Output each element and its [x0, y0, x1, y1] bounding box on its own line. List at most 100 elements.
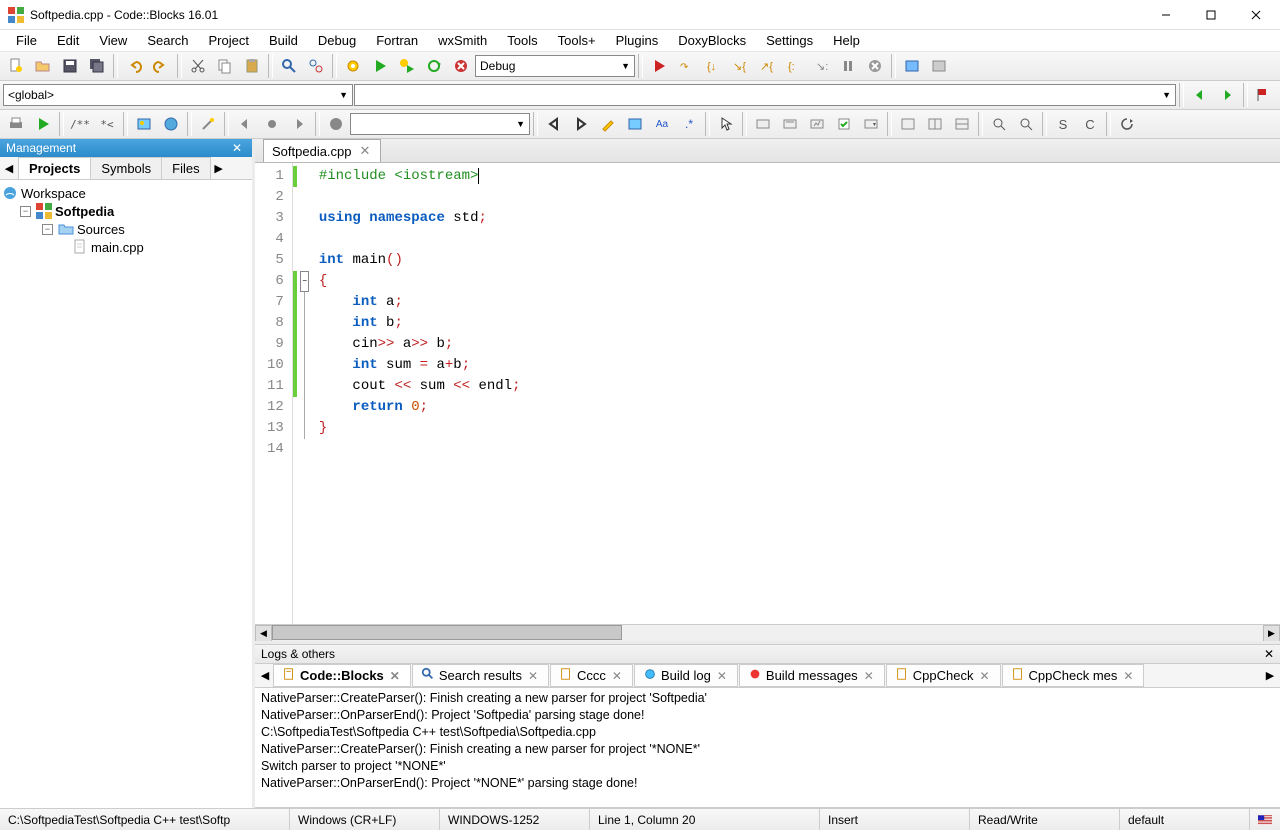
tab-files[interactable]: Files: [161, 157, 210, 179]
zoom2-icon[interactable]: [1013, 111, 1039, 137]
c-icon[interactable]: C: [1077, 111, 1103, 137]
paste-icon[interactable]: [239, 53, 265, 79]
undo-icon[interactable]: [121, 53, 147, 79]
step-into-icon[interactable]: ↘{: [727, 53, 753, 79]
log-tab-cppcheckmes[interactable]: CppCheck mes✕: [1002, 664, 1145, 687]
highlight-icon[interactable]: [595, 111, 621, 137]
build-target-combo[interactable]: Debug▼: [475, 55, 635, 77]
project-tree[interactable]: Workspace − Softpedia − Sources main.cpp: [0, 180, 252, 808]
log-tab-left-icon[interactable]: ◀: [257, 669, 273, 682]
log-tab-buildlog[interactable]: Build log✕: [634, 664, 738, 687]
panel1-icon[interactable]: [895, 111, 921, 137]
flag-red-icon[interactable]: [1251, 82, 1277, 108]
code-editor[interactable]: 1234567891011121314 − #include <iostream…: [255, 163, 1280, 624]
checkbox-icon[interactable]: [831, 111, 857, 137]
debug-windows-icon[interactable]: [899, 53, 925, 79]
project-node[interactable]: − Softpedia: [2, 202, 250, 220]
menu-fortran[interactable]: Fortran: [368, 31, 426, 50]
scope-combo[interactable]: <global>▼: [3, 84, 353, 106]
log-tab-cppcheck[interactable]: CppCheck✕: [886, 664, 1001, 687]
menu-plugins[interactable]: Plugins: [608, 31, 667, 50]
panel2-icon[interactable]: [922, 111, 948, 137]
debug-run-icon[interactable]: [646, 53, 672, 79]
menu-debug[interactable]: Debug: [310, 31, 364, 50]
expand-icon[interactable]: −: [20, 206, 31, 217]
log-tab-right-icon[interactable]: ▶: [1262, 669, 1278, 682]
jump-back-icon[interactable]: [232, 111, 258, 137]
menu-wxsmith[interactable]: wxSmith: [430, 31, 495, 50]
expand-icon[interactable]: −: [42, 224, 53, 235]
replace-icon[interactable]: [303, 53, 329, 79]
management-close-icon[interactable]: ✕: [228, 141, 246, 155]
logs-close-icon[interactable]: ✕: [1264, 647, 1274, 661]
run-to-cursor-icon[interactable]: ↷: [673, 53, 699, 79]
match-case-icon[interactable]: Aa: [649, 111, 675, 137]
html-icon[interactable]: [158, 111, 184, 137]
menu-search[interactable]: Search: [139, 31, 196, 50]
menu-file[interactable]: File: [8, 31, 45, 50]
status-lang[interactable]: [1250, 809, 1280, 830]
menu-settings[interactable]: Settings: [758, 31, 821, 50]
cursor-icon[interactable]: [713, 111, 739, 137]
next-result-icon[interactable]: [568, 111, 594, 137]
tab-symbols[interactable]: Symbols: [90, 157, 162, 179]
dropdown-icon[interactable]: [858, 111, 884, 137]
print-icon[interactable]: [3, 111, 29, 137]
box2-icon[interactable]: [777, 111, 803, 137]
info-icon[interactable]: [926, 53, 952, 79]
menu-doxyblocks[interactable]: DoxyBlocks: [670, 31, 754, 50]
prev-result-icon[interactable]: [541, 111, 567, 137]
line-comment-icon[interactable]: *<: [94, 111, 120, 137]
menu-project[interactable]: Project: [201, 31, 257, 50]
save-all-icon[interactable]: [84, 53, 110, 79]
menu-view[interactable]: View: [91, 31, 135, 50]
search-combo[interactable]: ▼: [350, 113, 530, 135]
tab-close-icon[interactable]: ✕: [358, 143, 373, 159]
find-icon[interactable]: [276, 53, 302, 79]
open-file-icon[interactable]: [30, 53, 56, 79]
log-tab-close-icon[interactable]: ✕: [610, 669, 624, 683]
editor-tab[interactable]: Softpedia.cpp ✕: [263, 139, 381, 162]
jump-point-icon[interactable]: [259, 111, 285, 137]
zoom-icon[interactable]: [986, 111, 1012, 137]
rebuild-icon[interactable]: [421, 53, 447, 79]
function-combo[interactable]: ▼: [354, 84, 1176, 106]
fold-column[interactable]: −: [297, 163, 313, 624]
menu-build[interactable]: Build: [261, 31, 306, 50]
tab-scroll-right-icon[interactable]: ▶: [210, 162, 228, 175]
nav-forward-icon[interactable]: [1214, 82, 1240, 108]
box1-icon[interactable]: [750, 111, 776, 137]
redo-icon[interactable]: [148, 53, 174, 79]
menu-edit[interactable]: Edit: [49, 31, 87, 50]
comment-icon[interactable]: /**: [67, 111, 93, 137]
run-icon[interactable]: [367, 53, 393, 79]
log-tab-close-icon[interactable]: ✕: [977, 669, 991, 683]
log-tab-close-icon[interactable]: ✕: [715, 669, 729, 683]
tab-scroll-left-icon[interactable]: ◀: [0, 162, 18, 175]
log-tab-close-icon[interactable]: ✕: [862, 669, 876, 683]
next-line-icon[interactable]: {↓: [700, 53, 726, 79]
refresh-icon[interactable]: [1114, 111, 1140, 137]
tab-projects[interactable]: Projects: [18, 157, 91, 179]
maximize-button[interactable]: [1188, 1, 1233, 29]
menu-help[interactable]: Help: [825, 31, 868, 50]
horizontal-scrollbar[interactable]: ◀ ▶: [255, 624, 1280, 641]
execute-icon[interactable]: [30, 111, 56, 137]
build-run-icon[interactable]: [394, 53, 420, 79]
menu-tools[interactable]: Tools: [499, 31, 545, 50]
scroll-left-icon[interactable]: ◀: [255, 625, 272, 642]
wand-icon[interactable]: [195, 111, 221, 137]
nav-back-icon[interactable]: [1187, 82, 1213, 108]
minimize-button[interactable]: [1143, 1, 1188, 29]
log-tab-codeblocks[interactable]: Code::Blocks✕: [273, 664, 411, 687]
log-output[interactable]: NativeParser::CreateParser(): Finish cre…: [255, 688, 1280, 808]
s-icon[interactable]: S: [1050, 111, 1076, 137]
log-tab-searchresults[interactable]: Search results✕: [412, 664, 549, 687]
panel3-icon[interactable]: [949, 111, 975, 137]
log-tab-close-icon[interactable]: ✕: [1121, 669, 1135, 683]
close-button[interactable]: [1233, 1, 1278, 29]
next-instruction-icon[interactable]: {:: [781, 53, 807, 79]
step-out-icon[interactable]: ↗{: [754, 53, 780, 79]
regex-icon[interactable]: .*: [676, 111, 702, 137]
new-file-icon[interactable]: [3, 53, 29, 79]
